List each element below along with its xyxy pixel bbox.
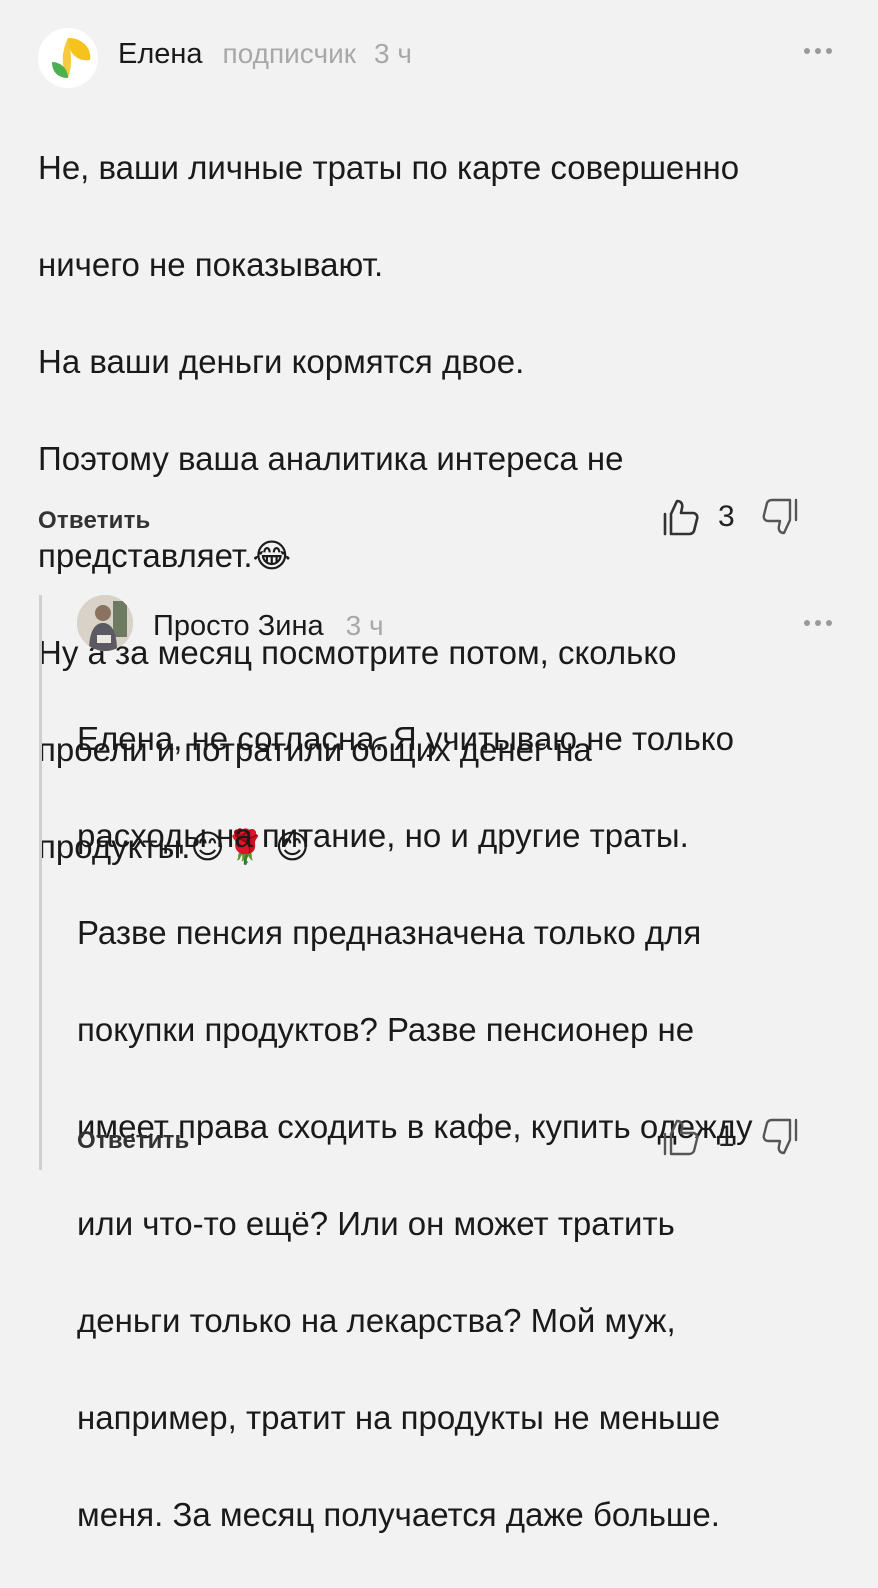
timestamp: 3 ч [373,38,412,69]
reply-button[interactable]: Ответить [38,507,151,535]
avatar[interactable] [77,595,133,651]
comment-header: Елена подписчик 3 ч [118,38,412,71]
subscriber-badge: подписчик [222,38,356,69]
reactions: 1 [660,1117,801,1157]
text-line: Не, ваши личные траты по карте совершенн… [38,148,740,186]
text-line: Разве пенсия предназначена только для [77,913,702,951]
thumbs-down-icon[interactable] [761,497,801,537]
tears-of-joy-emoji-icon: 😂 [252,536,292,574]
text-line: или что-то ещё? Или он может тратить [77,1204,675,1242]
text-line: На ваши деньги кормятся двое. [38,342,525,380]
text-line: покупки продуктов? Разве пенсионер не [77,1010,695,1048]
reactions: 3 [660,497,801,537]
text-line: представляет.😂 [38,532,858,581]
timestamp: 3 ч [345,610,384,641]
comment-header: Просто Зина 3 ч [153,610,384,643]
text-line: расходы на питание, но и другие траты. [77,816,689,854]
text-line: Елена, не согласна. Я учитываю не только [77,719,734,757]
thumbs-up-icon[interactable] [660,497,700,537]
reply-button[interactable]: Ответить [77,1127,190,1155]
author-name[interactable]: Елена [118,38,203,71]
thumbs-up-icon[interactable] [660,1117,700,1157]
thread-divider [39,595,42,1170]
user-photo-icon [77,595,133,651]
text-line: деньги только на лекарства? Мой муж, [77,1301,676,1339]
text-line: меня. За месяц получается даже больше. [77,1495,720,1533]
avatar[interactable] [38,28,98,88]
text-line: ничего не показывают. [38,245,384,283]
text-line-content: представляет. [38,536,253,574]
text-line: например, тратит на продукты не меньше [77,1398,721,1436]
more-dots-icon[interactable] [804,620,832,626]
like-count: 1 [718,1120,735,1153]
thumbs-down-icon[interactable] [761,1117,801,1157]
text-line: Поэтому ваша аналитика интереса не [38,439,624,477]
like-count: 3 [718,500,735,533]
author-name[interactable]: Просто Зина [153,610,324,643]
leaf-logo-icon [38,28,98,88]
more-dots-icon[interactable] [804,48,832,54]
